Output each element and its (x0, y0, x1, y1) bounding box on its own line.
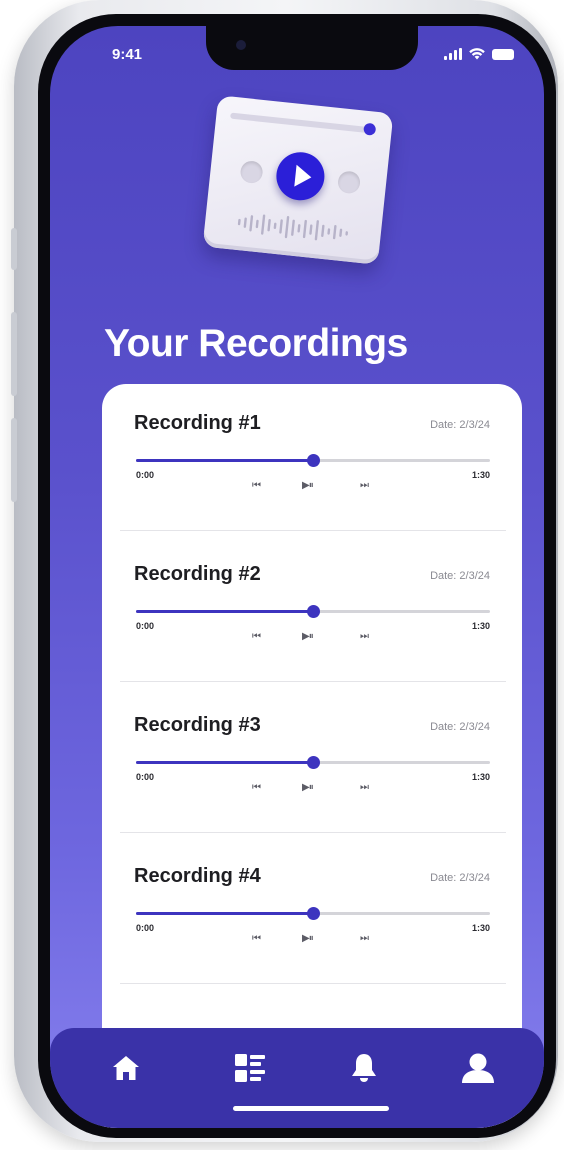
status-icons (444, 48, 514, 60)
recording-item[interactable]: Recording #2 Date: 2/3/24 0:00 1:30 ⏮ ▶⏸… (102, 535, 522, 686)
mute-switch (11, 228, 17, 270)
music-player-illustration (202, 95, 394, 265)
profile-icon (462, 1053, 494, 1083)
seek-bar-handle[interactable] (307, 756, 320, 769)
volume-up-button (11, 312, 17, 396)
nav-profile[interactable] (458, 1048, 498, 1088)
total-duration: 1:30 (471, 923, 490, 933)
play-pause-icon[interactable]: ▶⏸ (302, 480, 314, 491)
recordings-list: Recording #1 Date: 2/3/24 0:00 1:30 ⏮ ▶⏸… (102, 384, 522, 1128)
seek-bar-progress (136, 912, 313, 915)
divider (120, 681, 506, 682)
home-icon (113, 1056, 139, 1080)
recording-item[interactable]: Recording #1 Date: 2/3/24 0:00 1:30 ⏮ ▶⏸… (102, 384, 522, 535)
home-indicator[interactable] (233, 1106, 389, 1111)
play-pause-icon[interactable]: ▶⏸ (302, 631, 314, 642)
skip-back-icon[interactable]: ⏮ (252, 480, 261, 491)
page-title: Your Recordings (104, 322, 408, 365)
recording-date: Date: 2/3/24 (430, 419, 490, 431)
seek-bar[interactable] (136, 454, 490, 467)
skip-forward-icon[interactable]: ⏭ (360, 782, 369, 793)
nav-notifications[interactable] (344, 1048, 384, 1088)
total-duration: 1:30 (471, 621, 490, 631)
skip-forward-icon[interactable]: ⏭ (360, 933, 369, 944)
illustration-seek-dot (363, 122, 377, 136)
recording-date: Date: 2/3/24 (430, 721, 490, 733)
elapsed-time: 0:00 (136, 923, 155, 933)
divider (120, 832, 506, 833)
phone-frame: 9:41 Your Recordings Recording #1 Date: … (11, 0, 558, 1142)
seek-bar[interactable] (136, 605, 490, 618)
nav-list[interactable] (230, 1048, 270, 1088)
recording-name: Recording #1 (134, 412, 261, 434)
seek-bar-handle[interactable] (307, 454, 320, 467)
seek-bar-handle[interactable] (307, 605, 320, 618)
skip-forward-icon[interactable]: ⏭ (360, 631, 369, 642)
front-camera (236, 40, 246, 50)
total-duration: 1:30 (471, 470, 490, 480)
play-pause-icon[interactable]: ▶⏸ (302, 782, 314, 793)
bottom-nav (50, 1028, 544, 1128)
recording-name: Recording #2 (134, 563, 261, 585)
waveform-icon (237, 214, 348, 241)
seek-bar[interactable] (136, 756, 490, 769)
nav-home[interactable] (106, 1048, 146, 1088)
app-screen: 9:41 Your Recordings Recording #1 Date: … (50, 26, 544, 1128)
skip-forward-icon[interactable]: ⏭ (360, 480, 369, 491)
list-icon (235, 1054, 265, 1082)
signal-icon (444, 48, 462, 60)
elapsed-time: 0:00 (136, 621, 155, 631)
illustration-forward-icon (336, 170, 362, 195)
notch (206, 26, 418, 70)
skip-back-icon[interactable]: ⏮ (252, 933, 261, 944)
seek-bar-progress (136, 610, 313, 613)
divider (120, 983, 506, 984)
elapsed-time: 0:00 (136, 470, 155, 480)
recording-name: Recording #3 (134, 714, 261, 736)
illustration-seek-bar (230, 112, 370, 134)
bell-icon (352, 1054, 376, 1082)
divider (120, 530, 506, 531)
total-duration: 1:30 (471, 772, 490, 782)
recording-item[interactable]: Recording #4 Date: 2/3/24 0:00 1:30 ⏮ ▶⏸… (102, 837, 522, 988)
skip-back-icon[interactable]: ⏮ (252, 631, 261, 642)
seek-bar-progress (136, 761, 313, 764)
seek-bar-handle[interactable] (307, 907, 320, 920)
seek-bar[interactable] (136, 907, 490, 920)
seek-bar-progress (136, 459, 313, 462)
recording-name: Recording #4 (134, 865, 261, 887)
illustration-play-icon (274, 149, 327, 203)
recording-item[interactable]: Recording #3 Date: 2/3/24 0:00 1:30 ⏮ ▶⏸… (102, 686, 522, 837)
battery-icon (492, 49, 514, 60)
recording-date: Date: 2/3/24 (430, 570, 490, 582)
wifi-icon (469, 48, 485, 60)
recording-date: Date: 2/3/24 (430, 872, 490, 884)
illustration-rewind-icon (239, 160, 264, 185)
elapsed-time: 0:00 (136, 772, 155, 782)
play-pause-icon[interactable]: ▶⏸ (302, 933, 314, 944)
status-time: 9:41 (112, 46, 143, 63)
volume-down-button (11, 418, 17, 502)
skip-back-icon[interactable]: ⏮ (252, 782, 261, 793)
